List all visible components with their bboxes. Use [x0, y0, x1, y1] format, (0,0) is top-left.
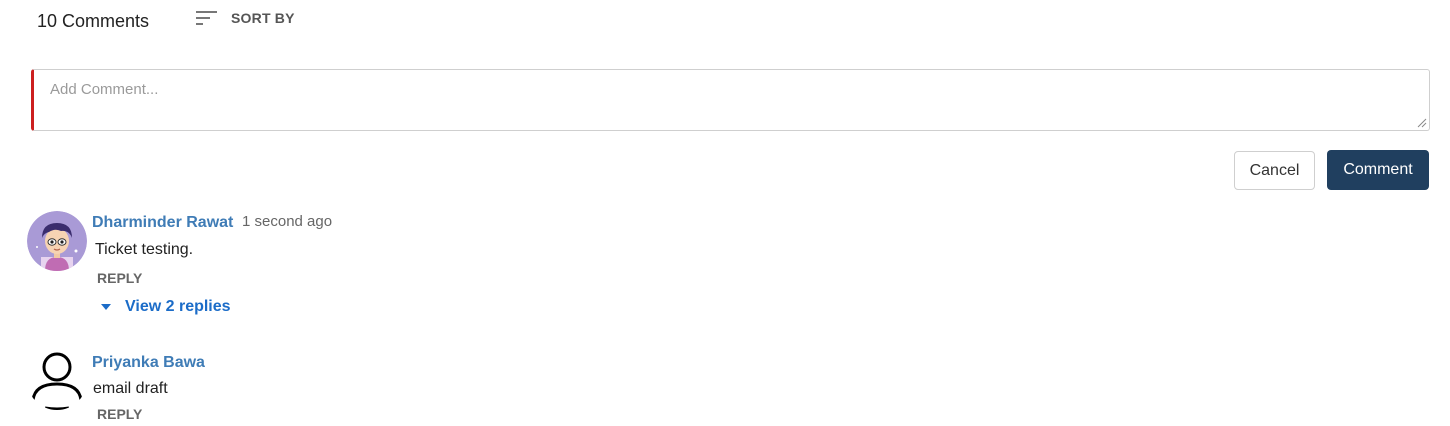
view-replies-button[interactable]: View 2 replies: [101, 298, 231, 316]
cartoon-avatar-icon: [27, 211, 87, 271]
view-replies-label: View 2 replies: [125, 298, 231, 315]
comment-author[interactable]: Dharminder Rawat: [92, 214, 233, 232]
comment-author[interactable]: Priyanka Bawa: [92, 354, 205, 372]
sort-icon: [196, 11, 217, 25]
comment-timestamp: 1 second ago: [242, 213, 333, 230]
cancel-button[interactable]: Cancel: [1234, 151, 1315, 190]
comment-text: Ticket testing.: [95, 241, 194, 258]
comment-input[interactable]: [34, 70, 1429, 130]
comment-submit-button[interactable]: Comment: [1327, 150, 1429, 190]
reply-button[interactable]: REPLY: [97, 270, 142, 286]
avatar[interactable]: [27, 350, 87, 410]
resize-grip-icon[interactable]: [1417, 118, 1427, 128]
sort-by-label: SORT BY: [231, 10, 295, 26]
caret-down-icon: [101, 304, 111, 310]
avatar[interactable]: [27, 211, 87, 271]
comment-composer: [31, 69, 1430, 131]
user-silhouette-icon: [31, 352, 83, 410]
comments-header: 10 Comments: [37, 6, 149, 36]
comment-text: email draft: [93, 380, 168, 397]
comment-count: 10 Comments: [37, 10, 150, 31]
sort-by-button[interactable]: SORT BY: [195, 8, 295, 28]
reply-button[interactable]: REPLY: [97, 406, 142, 422]
